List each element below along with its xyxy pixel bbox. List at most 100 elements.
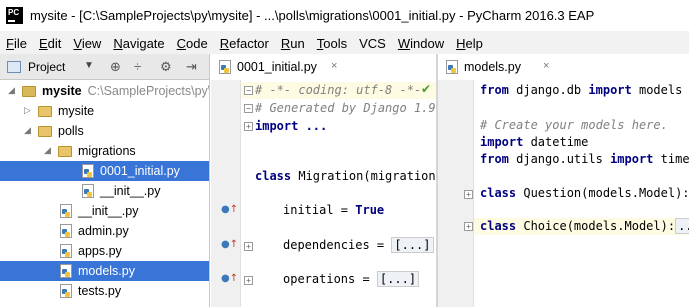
override-icon[interactable]: ●↑ bbox=[221, 204, 238, 215]
menu-item-tools[interactable]: Tools bbox=[317, 36, 347, 51]
tree-item-label: mysite C:\SampleProjects\py\m bbox=[42, 84, 210, 98]
menu-item-help[interactable]: Help bbox=[456, 36, 483, 51]
expand-arrow-icon[interactable]: ▷ bbox=[24, 105, 31, 116]
python-file-icon bbox=[82, 184, 94, 198]
project-view-selector[interactable]: Project bbox=[28, 60, 65, 74]
menu-item-vcs[interactable]: VCS bbox=[359, 36, 386, 51]
tree-item-label: 0001_initial.py bbox=[100, 164, 180, 178]
target-icon[interactable]: ⊕ bbox=[110, 59, 121, 75]
python-file-icon bbox=[60, 284, 72, 298]
code-text: django.db bbox=[508, 83, 589, 97]
app-icon-text: PC bbox=[8, 8, 20, 17]
code-line: from django.utils import timez bbox=[480, 151, 689, 168]
code-text: Choice(models.Model): bbox=[516, 219, 676, 233]
menu-item-file[interactable]: File bbox=[6, 36, 27, 51]
tree-file-item[interactable]: tests.py bbox=[0, 281, 209, 301]
project-icon bbox=[7, 61, 21, 73]
hide-icon[interactable]: ⇥ bbox=[186, 59, 197, 75]
code-line: import ... bbox=[255, 118, 327, 135]
code-text: operations = bbox=[283, 272, 377, 286]
folder-icon bbox=[22, 86, 36, 97]
tree-item-label: mysite bbox=[58, 104, 95, 118]
code-keyword: import bbox=[480, 135, 524, 149]
folded-code-placeholder[interactable]: [...] bbox=[391, 237, 434, 253]
collapse-arrow-icon[interactable]: ◢ bbox=[44, 145, 51, 156]
fold-icon[interactable]: − bbox=[244, 104, 253, 113]
code-line: import datetime bbox=[480, 134, 588, 151]
tree-file-item[interactable]: 0001_initial.py bbox=[0, 161, 209, 181]
code-line: from django.db import models bbox=[480, 82, 682, 99]
code-text: Question(models.Model): bbox=[516, 186, 689, 200]
code-text: dependencies = bbox=[283, 238, 392, 252]
fold-icon[interactable]: + bbox=[244, 122, 253, 131]
gear-icon[interactable]: ⚙ bbox=[160, 59, 172, 75]
close-icon[interactable]: × bbox=[331, 60, 337, 72]
tab-label: 0001_initial.py bbox=[237, 60, 317, 74]
code-text: initial = bbox=[283, 203, 356, 217]
tree-file-item[interactable]: models.py bbox=[0, 261, 209, 281]
fold-icon[interactable]: + bbox=[464, 190, 473, 199]
folder-icon bbox=[58, 146, 72, 157]
tree-file-item[interactable]: __init__.py bbox=[0, 201, 209, 221]
tree-folder-item[interactable]: ▷ mysite bbox=[0, 101, 209, 121]
tab-label: models.py bbox=[464, 60, 521, 74]
editor-0001-initial[interactable]: − # -*- coding: utf-8 -*- ✔ − # Generate… bbox=[211, 80, 436, 307]
editor-models[interactable]: from django.db import models # Create yo… bbox=[438, 80, 689, 307]
fold-icon[interactable]: + bbox=[244, 276, 253, 285]
folded-code-placeholder[interactable]: [...] bbox=[376, 271, 420, 287]
python-file-icon bbox=[82, 164, 94, 178]
code-keyword: from bbox=[480, 83, 509, 97]
tree-file-item[interactable]: admin.py bbox=[0, 221, 209, 241]
tree-folder-item[interactable]: ◢ migrations bbox=[0, 141, 209, 161]
window-title: mysite - [C:\SampleProjects\py\mysite] -… bbox=[30, 8, 595, 23]
collapse-arrow-icon[interactable]: ◢ bbox=[8, 85, 15, 96]
python-file-icon bbox=[60, 264, 72, 278]
code-line: # -*- coding: utf-8 -*- bbox=[255, 82, 421, 99]
tree-item-label: apps.py bbox=[78, 244, 122, 258]
close-icon[interactable]: × bbox=[543, 60, 549, 72]
collapse-arrow-icon[interactable]: ◢ bbox=[24, 125, 31, 136]
code-keyword: from bbox=[480, 152, 509, 166]
tree-file-item[interactable]: apps.py bbox=[0, 241, 209, 261]
menu-item-view[interactable]: View bbox=[73, 36, 101, 51]
python-file-icon bbox=[60, 244, 72, 258]
override-icon[interactable]: ●↑ bbox=[221, 239, 238, 250]
tree-item-label: __init__.py bbox=[78, 204, 139, 218]
code-text: django.utils bbox=[508, 152, 611, 166]
folder-icon bbox=[38, 106, 52, 117]
fold-icon[interactable]: + bbox=[244, 242, 253, 251]
tree-folder-item[interactable]: ◢ polls bbox=[0, 121, 209, 141]
menu-item-refactor[interactable]: Refactor bbox=[220, 36, 269, 51]
menu-item-navigate[interactable]: Navigate bbox=[113, 36, 164, 51]
fold-icon[interactable]: − bbox=[244, 86, 253, 95]
fold-icon[interactable]: + bbox=[464, 222, 473, 231]
python-file-icon bbox=[60, 224, 72, 238]
project-path: C:\SampleProjects\py\m bbox=[87, 84, 210, 98]
tab-models[interactable]: models.py × bbox=[438, 54, 689, 80]
split-icon[interactable]: ÷ bbox=[134, 59, 141, 74]
code-text: # -*- coding: utf-8 -*- bbox=[255, 83, 422, 97]
override-icon[interactable]: ●↑ bbox=[221, 273, 238, 284]
menu-item-code[interactable]: Code bbox=[177, 36, 208, 51]
check-icon: ✔ bbox=[421, 82, 432, 96]
code-text: # Create your models here. bbox=[480, 118, 668, 132]
tree-file-item[interactable]: __init__.py bbox=[0, 181, 209, 201]
tree-item-label: __init__.py bbox=[100, 184, 161, 198]
folded-code-placeholder[interactable]: ... bbox=[675, 218, 689, 234]
menu-item-run[interactable]: Run bbox=[281, 36, 305, 51]
code-keyword: True bbox=[355, 203, 385, 217]
code-text: import ... bbox=[255, 119, 328, 133]
menu-item-window[interactable]: Window bbox=[398, 36, 444, 51]
menu-bar: File Edit View Navigate Code Refactor Run Tools… bbox=[0, 32, 689, 54]
python-file-icon bbox=[219, 60, 231, 74]
code-line: class Choice(models.Model):... bbox=[480, 218, 689, 235]
code-text: # Generated by Django 1.9. bbox=[255, 101, 436, 115]
code-line: operations = [...] bbox=[283, 271, 420, 288]
tab-0001-initial[interactable]: 0001_initial.py × bbox=[211, 54, 436, 80]
chevron-down-icon[interactable]: ▼ bbox=[84, 60, 94, 71]
tree-item-label: tests.py bbox=[78, 284, 122, 298]
tree-folder-item[interactable]: ◢ mysite C:\SampleProjects\py\m bbox=[0, 81, 210, 101]
menu-item-edit[interactable]: Edit bbox=[39, 36, 61, 51]
code-text: datetime bbox=[523, 135, 589, 149]
code-line: initial = True bbox=[283, 202, 384, 219]
